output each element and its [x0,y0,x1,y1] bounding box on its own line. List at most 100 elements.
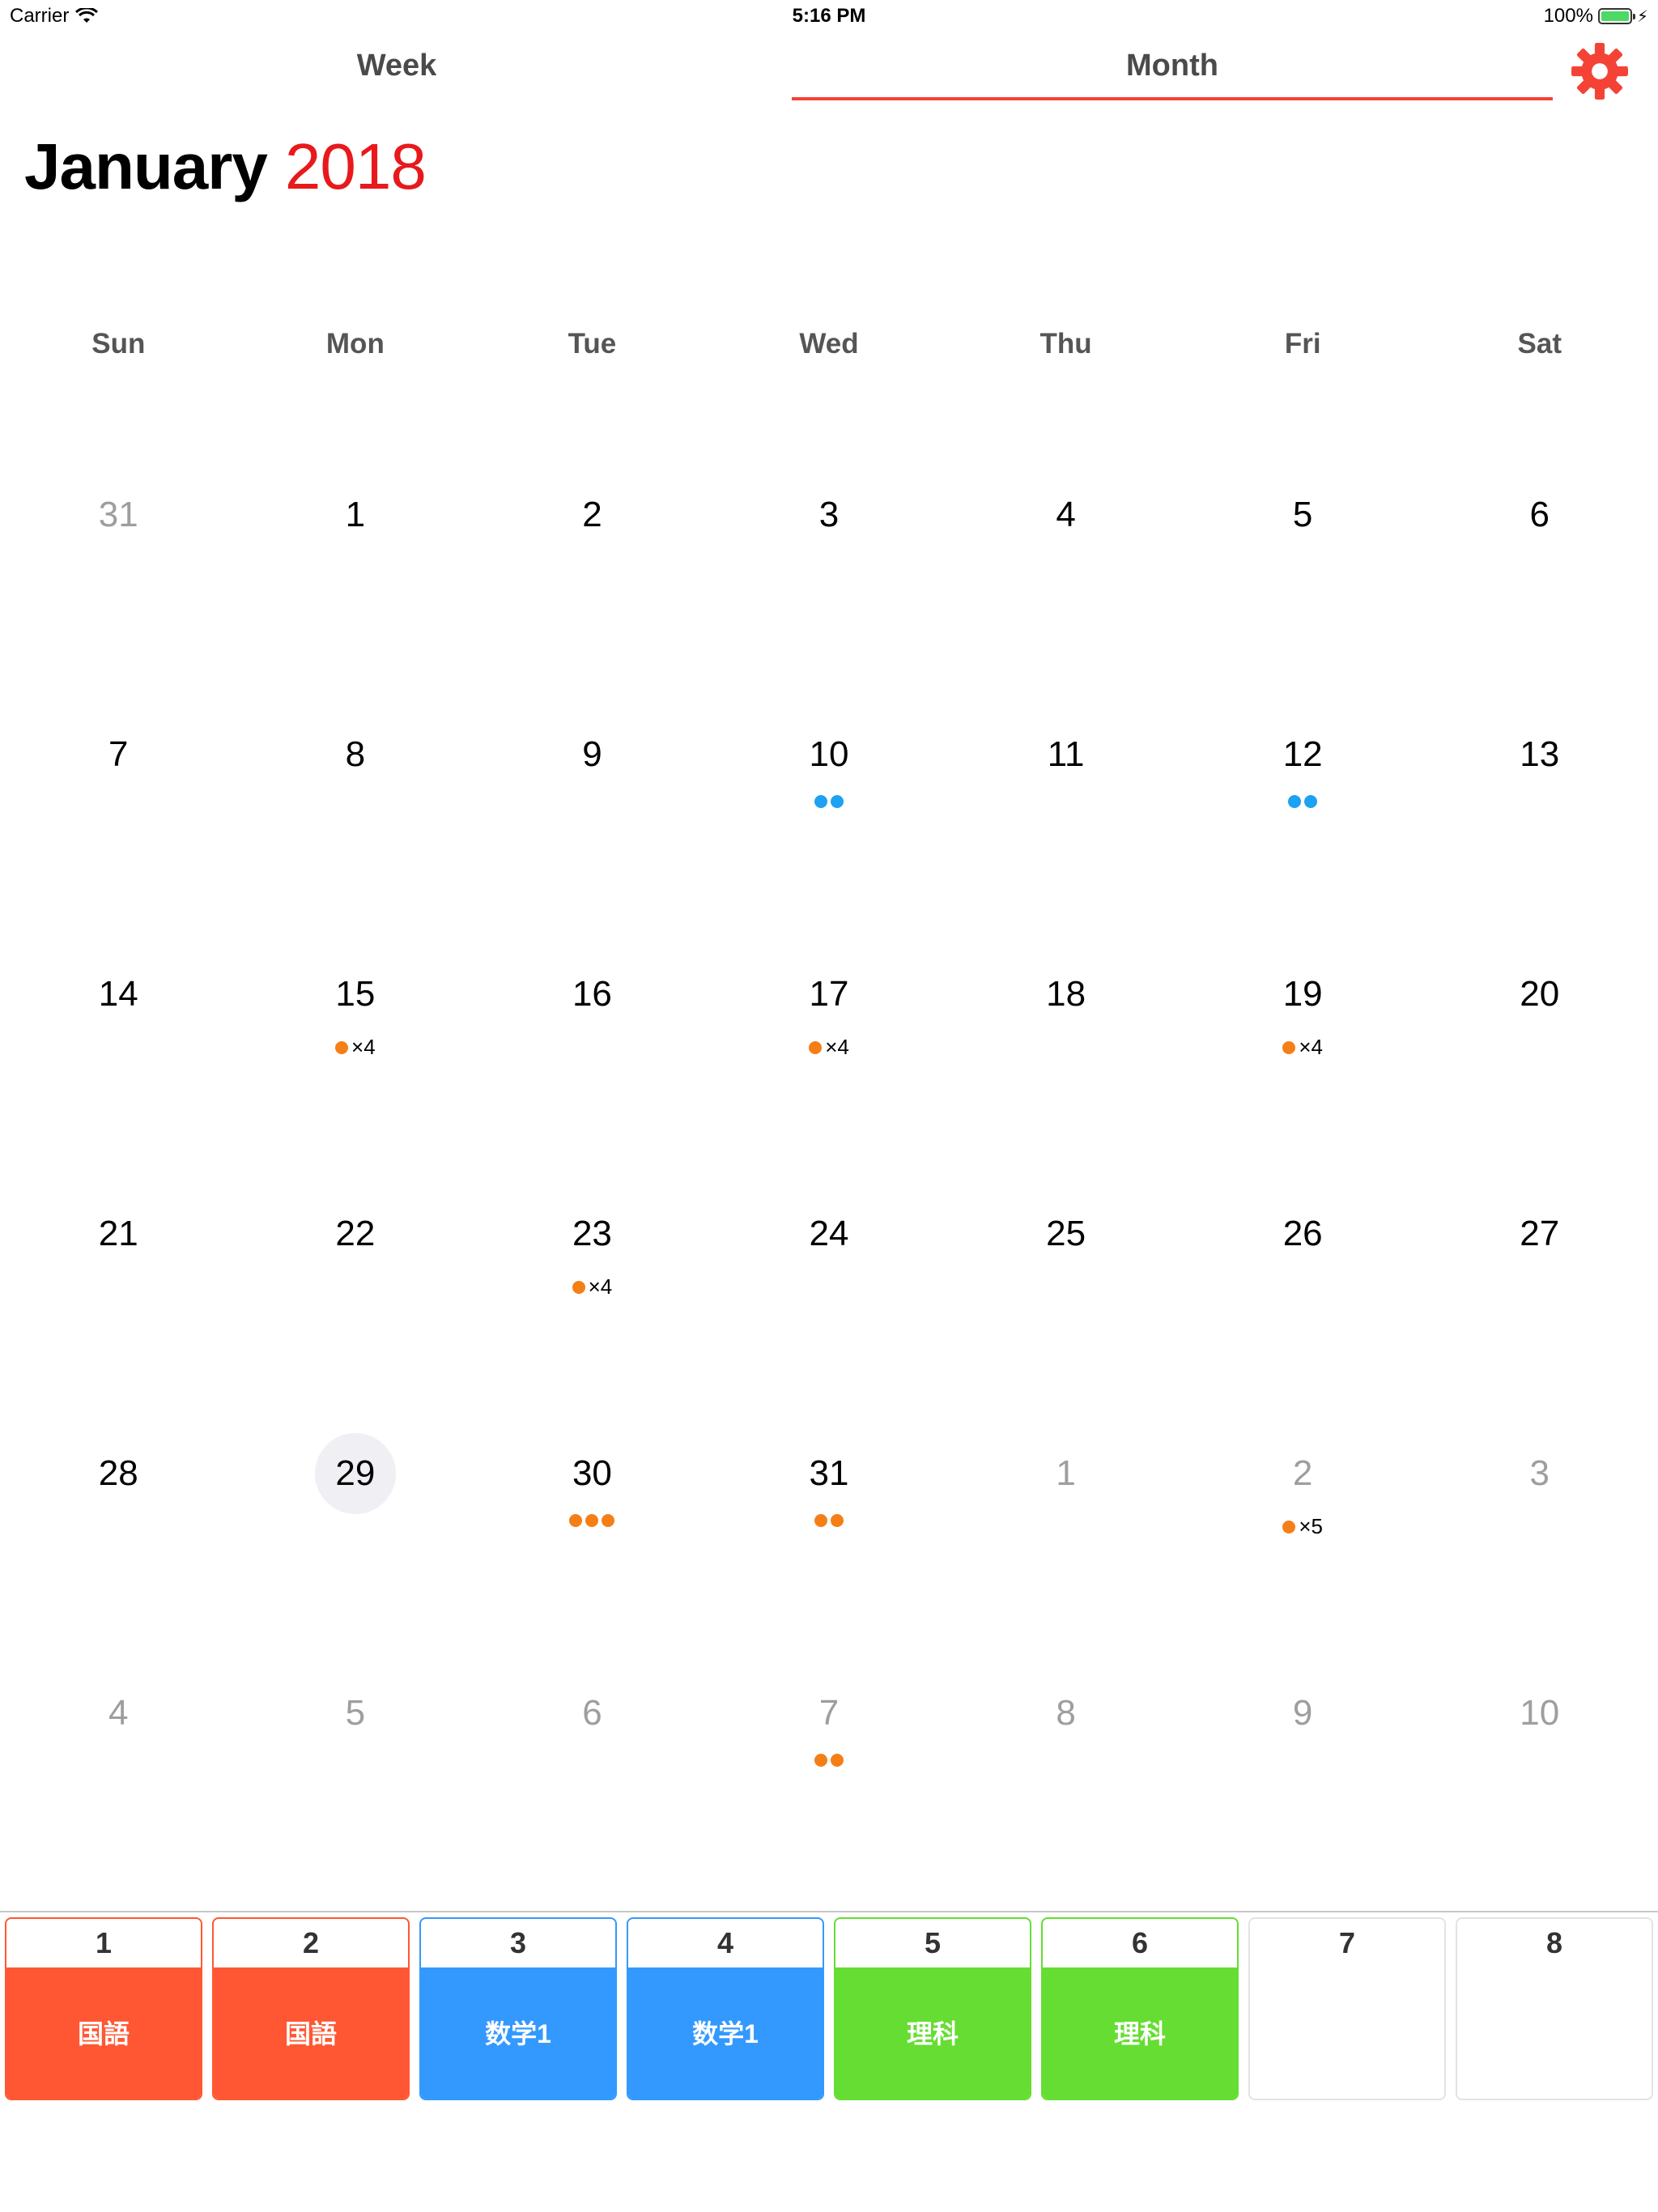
period-slot-3[interactable]: 3 数学1 [419,1917,617,2100]
event-dot [585,1514,599,1527]
day-number: 24 [809,1214,849,1253]
day-number: 30 [572,1453,612,1493]
day-number: 28 [98,1453,138,1493]
period-number: 2 [302,1926,320,1959]
day-number: 8 [345,734,366,774]
period-subject [1457,1967,1652,2099]
day-number: 15 [335,974,376,1014]
period-bar: 1 国語 2 国語 3 数学1 4 数学1 5 理科 6 理科 7 8 [5,1917,1653,2100]
day-number: 31 [98,495,138,534]
battery-indicator: 100% ⚡ [1544,5,1648,28]
period-subject: 数学1 [421,1967,615,2099]
day-number: 21 [98,1214,138,1253]
day-number: 3 [818,495,840,534]
event-dot [814,1754,828,1767]
weekday-label: Tue [568,328,617,359]
event-indicator [474,1514,711,1527]
period-slot-8[interactable]: 8 [1456,1917,1653,2100]
period-number: 8 [1545,1926,1563,1959]
day-number: 4 [108,1693,129,1733]
divider [0,1911,1658,1912]
period-subject: 国語 [6,1967,201,2099]
tab-week[interactable]: Week [32,49,761,83]
event-count: ×4 [825,1035,849,1059]
event-indicator [711,1514,948,1527]
period-slot-6[interactable]: 6 理科 [1041,1917,1239,2100]
event-dot [1282,1040,1296,1054]
day-number: 13 [1520,734,1560,774]
day-number: 31 [809,1453,849,1493]
day-number: 6 [582,1693,602,1733]
event-indicator: ×4 [237,1035,474,1060]
event-dot [335,1040,349,1054]
event-dot [1304,795,1318,808]
gear-icon[interactable] [1569,40,1630,102]
event-dot [831,1754,844,1767]
weekday-header: Sun Mon Tue Wed Thu Fri Sat [0,316,1658,372]
weekday-label: Sun [91,328,146,359]
period-slot-2[interactable]: 2 国語 [212,1917,410,2100]
day-number: 25 [1046,1214,1086,1253]
day-number: 17 [809,974,849,1014]
day-number: 10 [809,734,849,774]
battery-percent: 100% [1543,5,1593,27]
event-count: ×4 [588,1274,613,1299]
weekday-label: Wed [799,328,859,359]
event-indicator: ×4 [1184,1035,1422,1060]
event-count: ×5 [1299,1514,1323,1538]
event-indicator [711,795,948,808]
day-number: 10 [1520,1693,1560,1733]
calendar-grid: 31 1 2 3 4 5 6 7 8 9 10 11 12 13 14 15 ×4 16 17 ×4 18 19 ×4 20 2… [0,495,1658,1953]
event-indicator [1184,795,1422,808]
event-dot [572,1280,585,1294]
period-subject: 理科 [1043,1967,1237,2099]
day-number: 14 [98,974,138,1014]
event-dot [809,1040,823,1054]
day-number: 8 [1056,1693,1076,1733]
day-number: 7 [818,1693,840,1733]
day-number: 20 [1520,974,1560,1014]
day-number: 9 [1292,1693,1313,1733]
period-slot-1[interactable]: 1 国語 [5,1917,202,2100]
day-number: 12 [1282,734,1323,774]
day-number: 9 [582,734,602,774]
event-dot [814,1514,828,1527]
event-indicator [711,1754,948,1767]
period-subject: 国語 [214,1967,408,2099]
day-number: 26 [1282,1214,1323,1253]
event-count: ×4 [1299,1035,1323,1059]
period-slot-4[interactable]: 4 数学1 [627,1917,824,2100]
period-subject: 数学1 [628,1967,823,2099]
tab-month[interactable]: Month [793,49,1551,83]
period-number: 1 [95,1926,113,1959]
event-dot [602,1514,615,1527]
selected-tab-indicator [792,97,1553,100]
period-number: 7 [1338,1926,1356,1959]
day-number: 5 [1292,495,1313,534]
period-number: 5 [924,1926,942,1959]
day-number: 18 [1046,974,1086,1014]
charging-icon: ⚡ [1636,7,1648,26]
status-time: 5:16 PM [792,5,866,27]
day-number: 16 [572,974,612,1014]
year-label: 2018 [284,130,427,202]
event-dot [1282,1520,1296,1534]
period-slot-7[interactable]: 7 [1248,1917,1446,2100]
event-dot [1288,795,1302,808]
day-number: 1 [1056,1453,1076,1493]
period-number: 3 [509,1926,527,1959]
event-dot [569,1514,583,1527]
weekday-label: Sat [1517,328,1562,359]
day-number: 4 [1056,495,1076,534]
event-dot [831,795,844,808]
weekday-label: Fri [1284,328,1321,359]
day-number: 23 [572,1214,612,1253]
day-number: 22 [335,1214,376,1253]
day-number: 5 [345,1693,366,1733]
day-number: 7 [108,734,129,774]
period-number: 6 [1131,1926,1149,1959]
day-number: 1 [345,495,366,534]
period-slot-5[interactable]: 5 理科 [834,1917,1031,2100]
period-number: 4 [716,1926,734,1959]
month-calendar: Sun Mon Tue Wed Thu Fri Sat 31 1 2 3 4 5 6 7 8 9 10 11 12 1… [0,316,1658,1767]
